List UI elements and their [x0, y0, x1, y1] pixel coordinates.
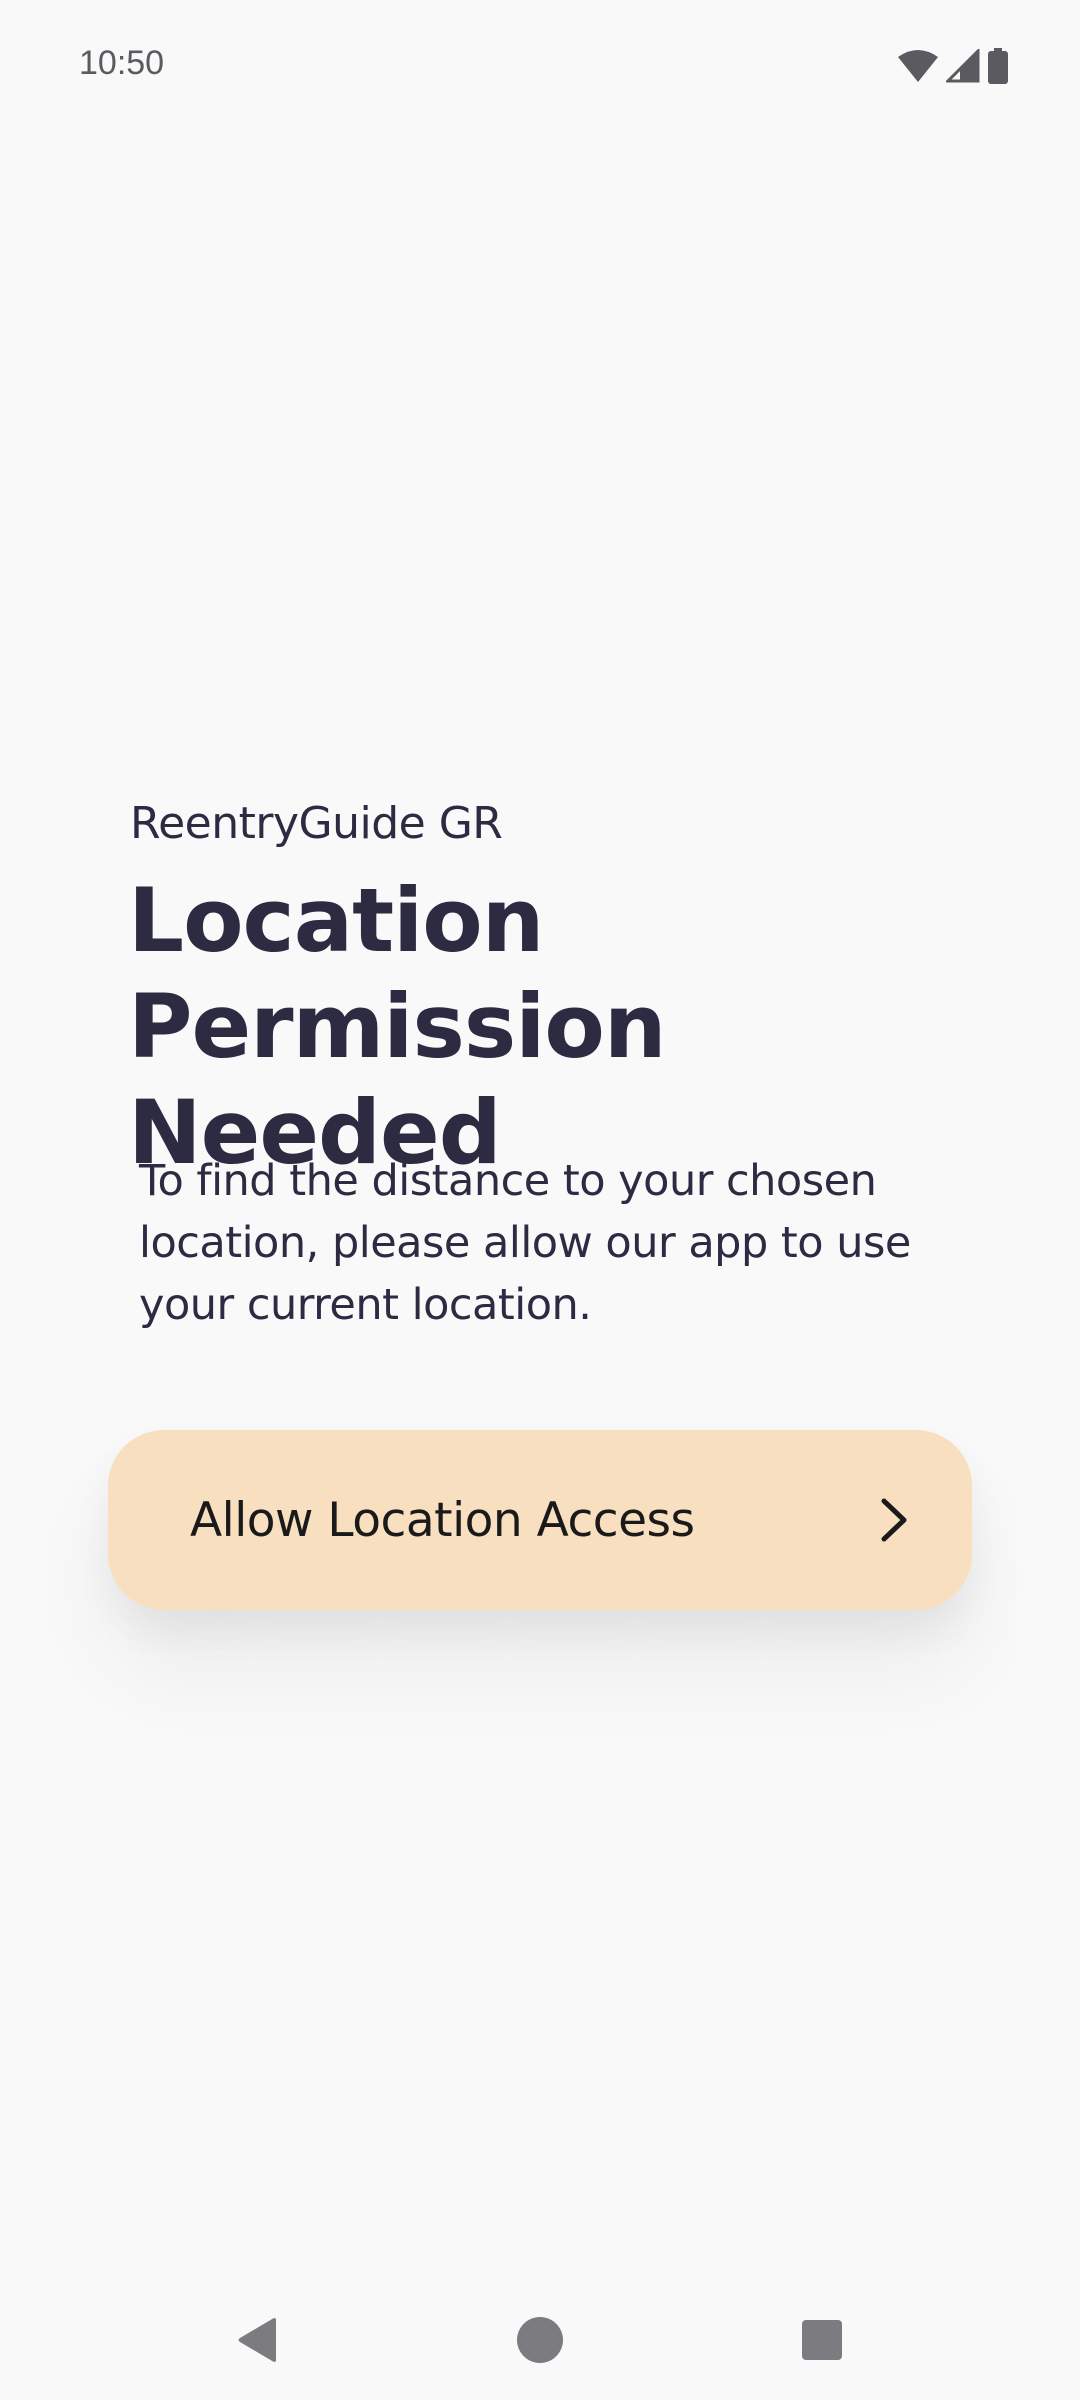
nav-back-button[interactable] [226, 2310, 290, 2374]
page-title-line-1: Location [128, 869, 544, 972]
allow-location-access-label: Allow Location Access [190, 1492, 695, 1548]
home-icon [516, 2316, 564, 2368]
status-bar: 10:50 [0, 0, 1080, 130]
battery-icon [988, 48, 1008, 84]
status-time: 10:50 [79, 44, 165, 82]
system-nav-bar [0, 2280, 1080, 2400]
app-name: ReentryGuide GR [130, 798, 503, 849]
permission-description: To find the distance to your chosen loca… [139, 1156, 911, 1330]
page-title: Location Permission Needed [128, 868, 988, 1186]
chevron-right-icon [876, 1495, 912, 1545]
back-icon [236, 2316, 280, 2368]
allow-location-access-button[interactable]: Allow Location Access [108, 1430, 972, 1610]
recents-icon [801, 2319, 843, 2365]
nav-home-button[interactable] [508, 2310, 572, 2374]
permission-screen: 10:50 ReentryGuide GR Location Permissio… [0, 0, 1080, 2400]
nav-recents-button[interactable] [790, 2310, 854, 2374]
wifi-icon [898, 49, 938, 83]
cellular-signal-icon [946, 49, 980, 83]
status-icons [898, 48, 1008, 84]
